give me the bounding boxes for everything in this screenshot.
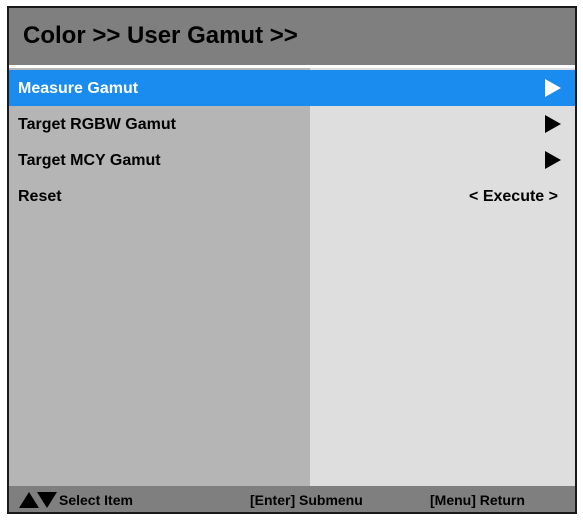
page-title: Color >> User Gamut >> bbox=[23, 22, 298, 49]
menu-item-reset[interactable]: Reset < Execute > bbox=[9, 178, 575, 214]
title-bar: Color >> User Gamut >> bbox=[9, 8, 575, 68]
submenu-arrow-icon bbox=[545, 115, 561, 133]
menu-item-label: Target RGBW Gamut bbox=[18, 116, 176, 133]
nav-arrows bbox=[19, 492, 59, 508]
menu-item-target-mcy-gamut[interactable]: Target MCY Gamut bbox=[9, 142, 575, 178]
execute-value[interactable]: < Execute > bbox=[469, 188, 558, 206]
help-menu-return: [Menu] Return bbox=[430, 492, 525, 508]
submenu-arrow-icon bbox=[545, 79, 561, 97]
osd-menu-window: Color >> User Gamut >> Measure Gamut Tar… bbox=[7, 6, 577, 514]
menu-item-target-rgbw-gamut[interactable]: Target RGBW Gamut bbox=[9, 106, 575, 142]
menu-item-label: Reset bbox=[18, 188, 62, 205]
menu-item-measure-gamut[interactable]: Measure Gamut bbox=[9, 70, 575, 106]
menu-list: Measure Gamut Target RGBW Gamut Target M… bbox=[9, 70, 575, 214]
help-bar: Select Item [Enter] Submenu [Menu] Retur… bbox=[9, 486, 575, 512]
triangle-up-icon bbox=[19, 492, 39, 508]
menu-item-label: Measure Gamut bbox=[18, 80, 139, 97]
triangle-down-icon bbox=[37, 492, 57, 508]
help-select-item: Select Item bbox=[59, 492, 133, 508]
help-enter-submenu: [Enter] Submenu bbox=[250, 492, 363, 508]
submenu-arrow-icon bbox=[545, 151, 561, 169]
menu-item-label: Target MCY Gamut bbox=[18, 152, 161, 169]
